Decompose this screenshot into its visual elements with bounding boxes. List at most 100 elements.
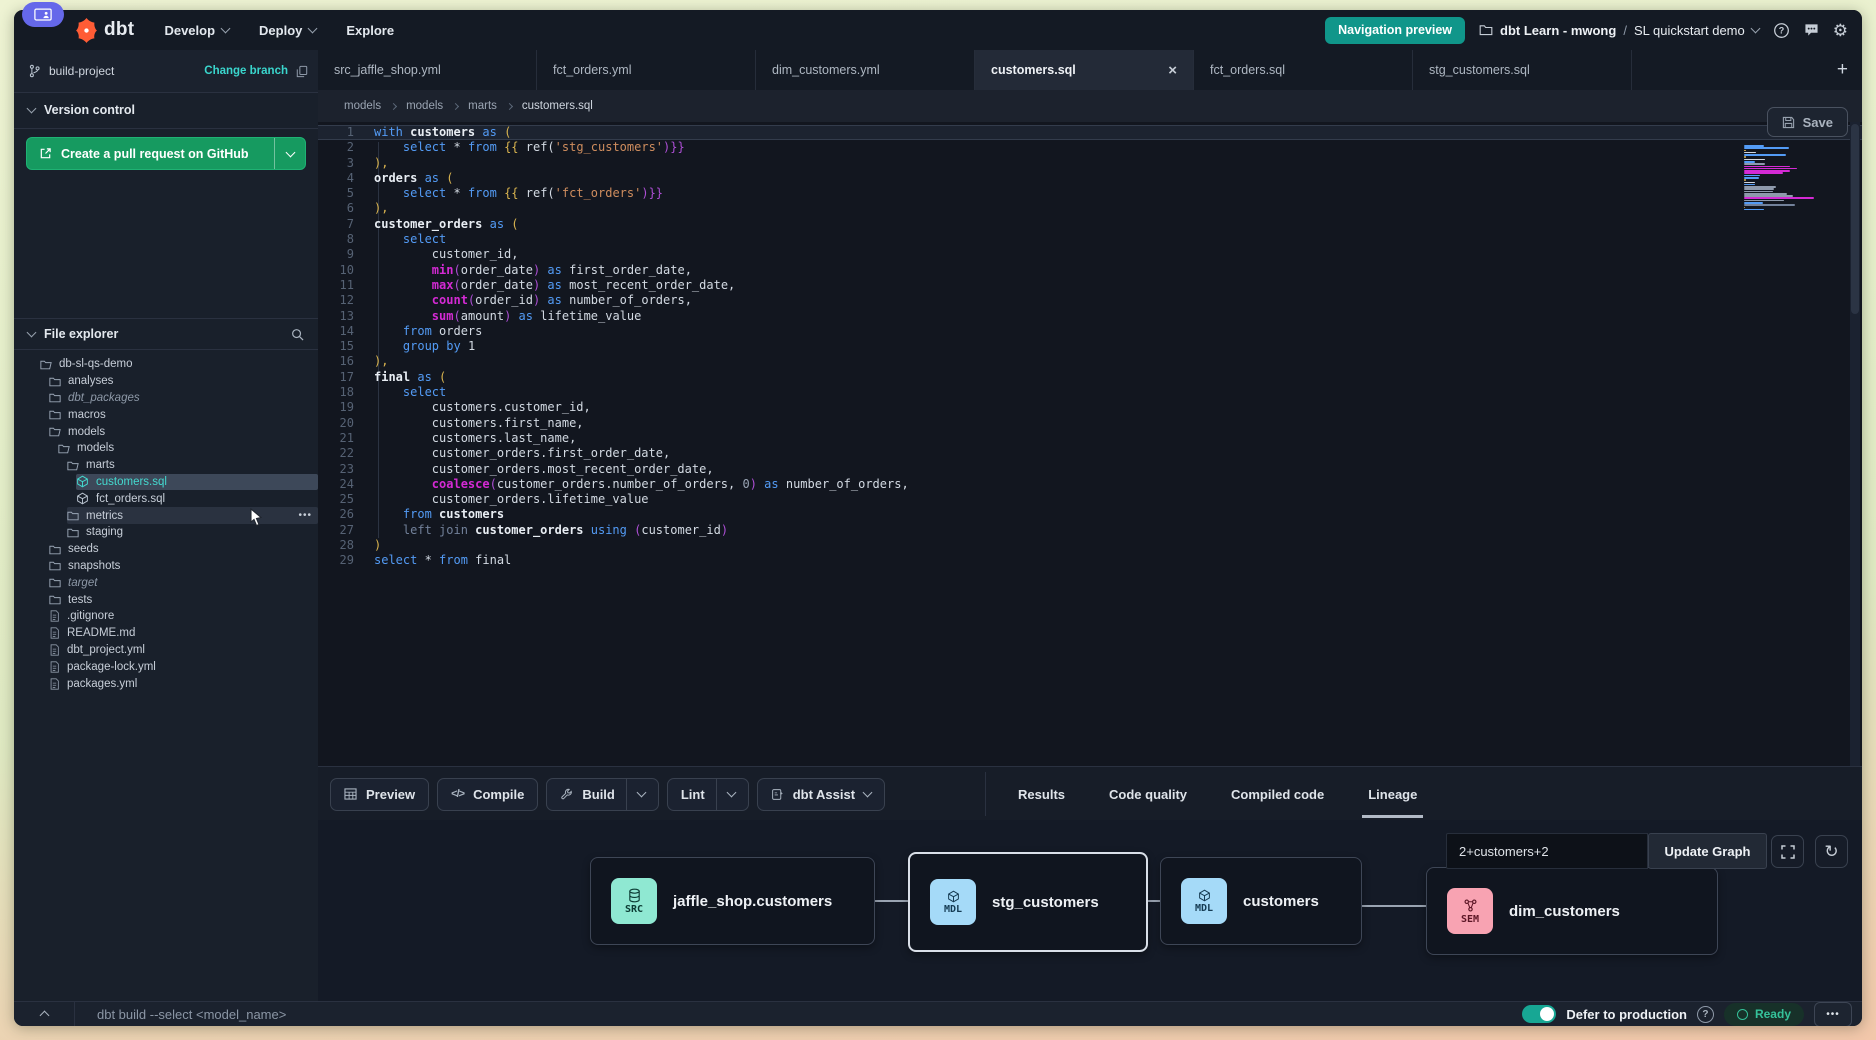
tree-item-analyses[interactable]: analyses [14,373,318,390]
code-line-7[interactable]: 7customer_orders as ( [318,217,1862,232]
tree-item-macros[interactable]: macros [14,406,318,423]
dropdown-segment[interactable] [626,779,645,810]
tree-item-marts[interactable]: marts [14,457,318,474]
code-line-13[interactable]: 13 sum(amount) as lifetime_value [318,309,1862,324]
code-line-19[interactable]: 19 customers.customer_id, [318,400,1862,415]
menu-explore[interactable]: Explore [346,23,394,38]
search-icon[interactable] [291,328,304,341]
tab-compiled-code[interactable]: Compiled code [1209,767,1346,821]
tree-item-dbt-project-yml[interactable]: dbt_project.yml [14,642,318,659]
feedback-button[interactable] [1804,23,1819,37]
tab-stg-customers-sql[interactable]: stg_customers.sql [1413,50,1632,90]
refresh-button[interactable]: ↻ [1815,835,1848,868]
tree-item-package-lock-yml[interactable]: package-lock.yml [14,658,318,675]
code-line-5[interactable]: 5 select * from {{ ref('fct_orders')}} [318,186,1862,201]
code-line-11[interactable]: 11 max(order_date) as most_recent_order_… [318,278,1862,293]
settings-gear-icon[interactable]: ⚙ [1833,22,1848,39]
defer-help-icon[interactable]: ? [1697,1006,1714,1023]
code-line-17[interactable]: 17final as ( [318,370,1862,385]
dbt-assist-button[interactable]: dbt Assist [757,778,885,811]
tree-item-models[interactable]: models [14,423,318,440]
close-tab-icon[interactable]: × [1168,62,1177,79]
code-line-20[interactable]: 20 customers.first_name, [318,416,1862,431]
minimap[interactable] [1740,145,1820,211]
code-line-15[interactable]: 15 group by 1 [318,339,1862,354]
code-line-16[interactable]: 16), [318,354,1862,369]
status-badge[interactable]: Ready [1724,1003,1804,1026]
defer-toggle[interactable] [1522,1005,1556,1023]
scrollbar-thumb[interactable] [1851,124,1859,314]
lineage-node-jaffle-shop-customers[interactable]: SRCjaffle_shop.customers [590,857,875,945]
code-line-22[interactable]: 22 customer_orders.first_order_date, [318,446,1862,461]
code-line-12[interactable]: 12 count(order_id) as number_of_orders, [318,293,1862,308]
tree-item-readme-md[interactable]: README.md [14,625,318,642]
more-options-button[interactable]: ••• [1814,1002,1852,1027]
code-line-26[interactable]: 26 from customers [318,507,1862,522]
code-line-6[interactable]: 6), [318,201,1862,216]
code-line-27[interactable]: 27 left join customer_orders using (cust… [318,523,1862,538]
tree-item-dbt-packages[interactable]: dbt_packages [14,390,318,407]
lineage-node-customers[interactable]: MDLcustomers [1160,857,1362,945]
copy-icon[interactable] [296,65,308,78]
breadcrumb-item[interactable]: marts [468,100,497,112]
tab-src-jaffle-shop-yml[interactable]: src_jaffle_shop.yml [318,50,537,90]
tab-dim-customers-yml[interactable]: dim_customers.yml [756,50,975,90]
code-line-1[interactable]: 1with customers as ( [318,125,1862,140]
update-graph-button[interactable]: Update Graph [1648,833,1767,869]
code-line-24[interactable]: 24 coalesce(customer_orders.number_of_or… [318,477,1862,492]
breadcrumb-item[interactable]: models [406,100,443,112]
new-tab-button[interactable]: + [1837,50,1848,90]
dropdown-segment[interactable] [716,779,735,810]
lint-button[interactable]: Lint [667,778,749,811]
code-line-21[interactable]: 21 customers.last_name, [318,431,1862,446]
save-button[interactable]: Save [1767,107,1848,137]
change-branch-link[interactable]: Change branch [204,65,288,77]
lineage-search-input[interactable] [1446,833,1648,869]
navigation-preview-button[interactable]: Navigation preview [1325,17,1465,44]
code-line-14[interactable]: 14 from orders [318,324,1862,339]
breadcrumb-item[interactable]: models [344,100,381,112]
tab-fct-orders-sql[interactable]: fct_orders.sql [1194,50,1413,90]
tree-item-target[interactable]: target [14,574,318,591]
code-line-10[interactable]: 10 min(order_date) as first_order_date, [318,263,1862,278]
lineage-node-dim-customers[interactable]: SEMdim_customers [1426,867,1718,955]
expand-command-bar-button[interactable] [14,1002,75,1026]
build-button[interactable]: Build [546,778,659,811]
code-line-25[interactable]: 25 customer_orders.lifetime_value [318,492,1862,507]
preview-button[interactable]: Preview [330,778,429,811]
compile-button[interactable]: </>Compile [437,778,538,811]
tab-code-quality[interactable]: Code quality [1087,767,1209,821]
code-line-28[interactable]: 28) [318,538,1862,553]
code-editor[interactable]: 1with customers as (2 select * from {{ r… [318,122,1862,766]
code-line-29[interactable]: 29select * from final [318,553,1862,568]
tab-fct-orders-yml[interactable]: fct_orders.yml [537,50,756,90]
tree-item-fct-orders-sql[interactable]: fct_orders.sql [14,490,318,507]
item-menu-button[interactable]: ••• [298,510,312,521]
command-input[interactable] [75,1007,1522,1022]
tab-customers-sql[interactable]: customers.sql× [975,50,1194,90]
tab-results[interactable]: Results [996,767,1087,821]
code-line-18[interactable]: 18 select [318,385,1862,400]
menu-develop[interactable]: Develop [164,23,229,38]
dbt-logo[interactable]: dbt [74,18,134,43]
code-line-8[interactable]: 8 select [318,232,1862,247]
tree-item-metrics[interactable]: metrics••• [14,507,318,524]
create-pr-button[interactable]: Create a pull request on GitHub [26,137,306,170]
editor-scrollbar[interactable] [1850,122,1860,766]
tree-item-packages-yml[interactable]: packages.yml [14,675,318,692]
code-line-23[interactable]: 23 customer_orders.most_recent_order_dat… [318,462,1862,477]
code-line-9[interactable]: 9 customer_id, [318,247,1862,262]
create-pr-dropdown[interactable] [274,138,305,169]
tree-item-tests[interactable]: tests [14,591,318,608]
tree-item-customers-sql[interactable]: customers.sql [14,474,318,491]
code-line-2[interactable]: 2 select * from {{ ref('stg_customers')}… [318,140,1862,155]
tree-item-snapshots[interactable]: snapshots [14,558,318,575]
code-line-4[interactable]: 4orders as ( [318,171,1862,186]
project-breadcrumb[interactable]: dbt Learn - mwong / SL quickstart demo [1479,23,1759,38]
tree-item--gitignore[interactable]: .gitignore [14,608,318,625]
tree-item-db-sl-qs-demo[interactable]: db-sl-qs-demo [14,356,318,373]
version-control-header[interactable]: Version control [14,92,318,129]
help-button[interactable]: ? [1773,22,1790,39]
code-line-3[interactable]: 3), [318,156,1862,171]
tree-item-models[interactable]: models [14,440,318,457]
